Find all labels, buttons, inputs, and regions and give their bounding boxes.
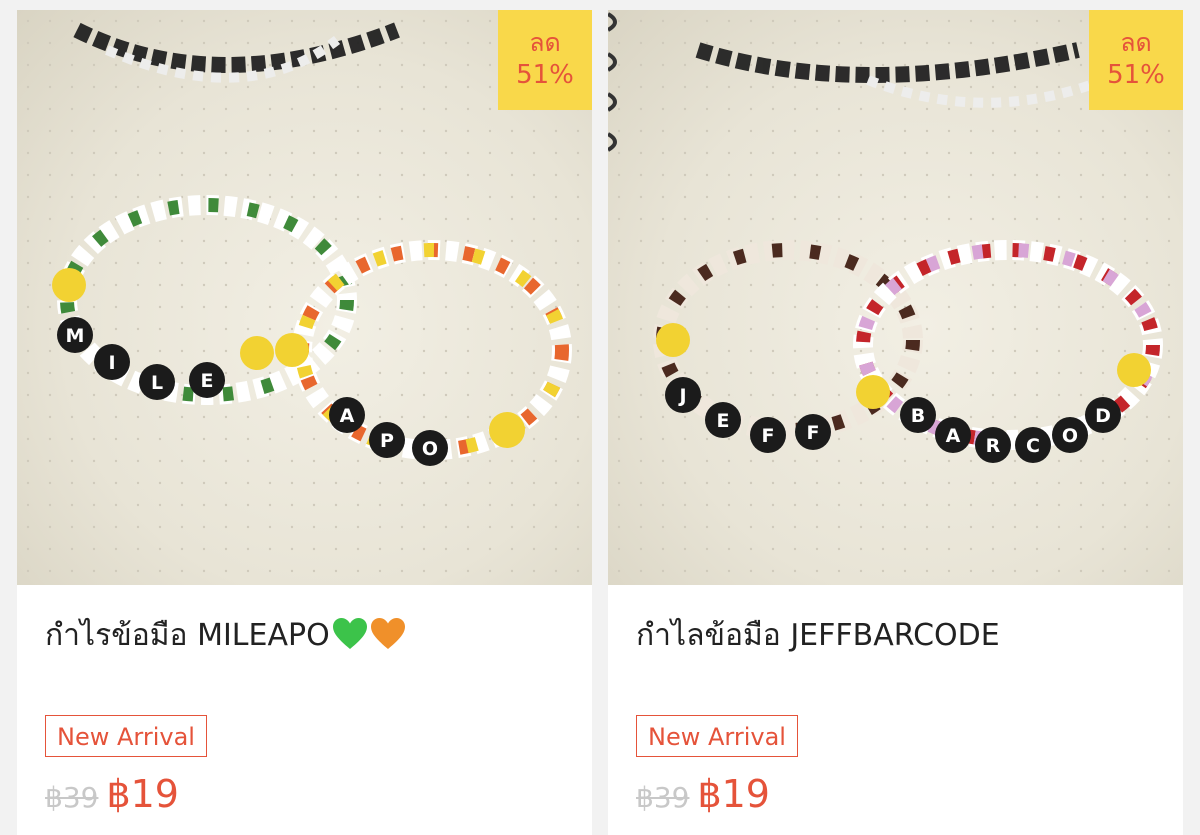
bead-letter: O [1062,425,1078,447]
bead-letter: J [677,385,686,407]
bead-letter: F [762,425,775,447]
product-card-mileapo[interactable]: M I L E A P O ลด 51% กำไรข้อมือ MILEAPO New Ar… [17,10,592,835]
product-title[interactable]: กำไรข้อมือ MILEAPO [45,612,406,659]
product-title-text: กำไลข้อมือ JEFFBARCODE [636,618,1000,653]
product-photo[interactable]: J E F F BA R COD ลด 51% [608,10,1183,585]
bead-letter: I [108,352,115,374]
bead-letter: P [380,430,394,452]
discount-label: ลด [1120,28,1152,57]
discount-value: 51% [516,60,574,90]
new-arrival-tag: New Arrival [636,715,798,757]
product-title[interactable]: กำไลข้อมือ JEFFBARCODE [636,612,1000,659]
green-heart-icon [332,618,367,649]
original-price: ฿39 [636,781,690,814]
discount-badge: ลด 51% [498,10,592,110]
product-title-text: กำไรข้อมือ MILEAPO [45,618,330,653]
sale-price: ฿19 [106,772,179,816]
product-grid: M I L E A P O ลด 51% กำไรข้อมือ MILEAPO New Ar… [0,0,1200,835]
discount-label: ลด [529,28,561,57]
discount-badge: ลด 51% [1089,10,1183,110]
bead-letter: M [66,325,85,347]
bead-letter: R [986,435,1001,457]
product-card-jeffbarcode[interactable]: J E F F BA R COD ลด 51% กำไลข้อมือ JEFFBARCODE… [608,10,1183,835]
orange-heart-icon [370,618,405,649]
sale-price: ฿19 [697,772,770,816]
bead-letter: O [422,438,438,460]
product-photo[interactable]: M I L E A P O ลด 51% [17,10,592,585]
bead-letter: A [340,405,355,427]
original-price: ฿39 [45,781,99,814]
bead-letter: B [911,405,925,427]
discount-value: 51% [1107,60,1165,90]
bead-letter: F [807,422,820,444]
price-row: ฿39 ฿19 [636,772,770,816]
bead-letter: A [946,425,961,447]
bead-letter: E [717,410,730,432]
bead-letter: D [1095,405,1111,427]
bead-letter: C [1026,435,1040,457]
bead-letter: E [201,370,214,392]
new-arrival-tag: New Arrival [45,715,207,757]
price-row: ฿39 ฿19 [45,772,179,816]
bead-letter: L [151,372,163,394]
